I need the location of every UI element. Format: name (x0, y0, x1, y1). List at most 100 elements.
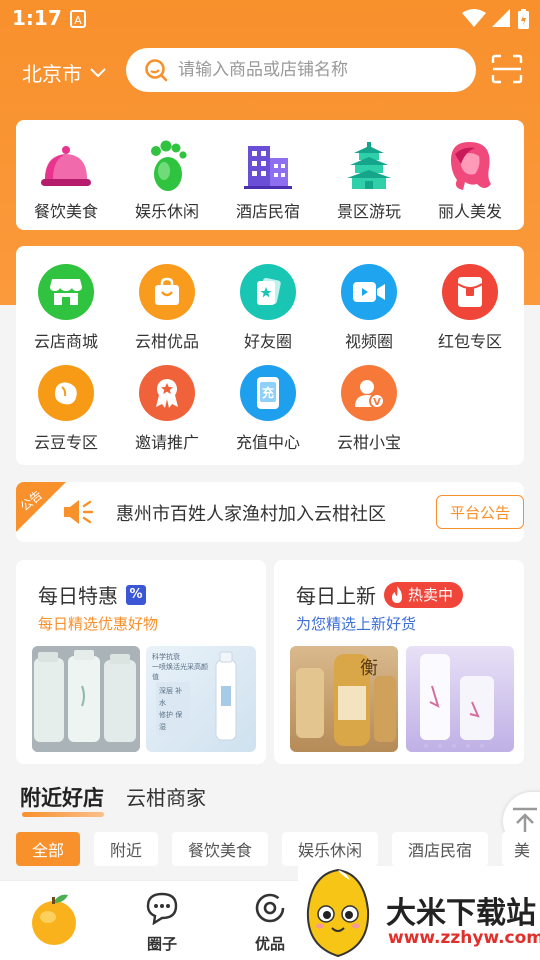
filter-hotel[interactable]: 酒店民宿 (392, 832, 488, 866)
signal-icon (492, 9, 510, 31)
recharge-phone-icon: 充 (240, 365, 296, 421)
promo-title-text: 每日特惠 (38, 584, 118, 608)
hotel-building-icon (238, 138, 298, 194)
search-bar[interactable] (126, 48, 476, 92)
category-hotel[interactable]: 酒店民宿 (218, 138, 318, 222)
city-selector[interactable]: 北京市 (22, 58, 106, 87)
svg-text:V: V (373, 397, 381, 408)
watermark-url: www.zzhyw.com (388, 928, 540, 948)
service-yungan-goods[interactable]: 云柑优品 (117, 264, 217, 352)
service-label: 红包专区 (437, 332, 502, 351)
platform-notice-button[interactable]: 平台公告 (436, 495, 524, 529)
orange-home-icon (32, 894, 76, 945)
tab-home[interactable] (14, 891, 94, 951)
filter-chips: 全部 附近 餐饮美食 娱乐休闲 酒店民宿 美 (16, 832, 540, 868)
category-entertainment[interactable]: 娱乐休闲 (117, 138, 217, 222)
scan-icon (491, 54, 523, 84)
hot-sale-label: 热卖中 (408, 586, 454, 604)
flame-icon (392, 585, 402, 603)
category-scenic[interactable]: 景区游玩 (319, 138, 419, 222)
city-label: 北京市 (22, 62, 82, 86)
service-video[interactable]: 视频圈 (319, 264, 419, 352)
notification-icon: A (70, 10, 86, 32)
service-assistant[interactable]: V 云柑小宝 (319, 365, 419, 453)
service-invite[interactable]: 邀请推广 (117, 365, 217, 453)
promo-daily-deals[interactable]: 每日特惠 % 每日精选优惠好物 科学抗衰 一喷焕活光采高颜值 深层 补水 修护 … (16, 560, 266, 764)
tab-yungan-merchants[interactable]: 云柑商家 (126, 782, 226, 811)
category-label: 娱乐休闲 (134, 202, 199, 221)
product-image[interactable] (406, 646, 514, 752)
promo-subtitle: 每日精选优惠好物 (38, 615, 159, 633)
search-input[interactable] (178, 60, 458, 80)
promo-title-text: 每日上新 (296, 584, 376, 608)
tab-nearby-shops[interactable]: 附近好店 (20, 782, 120, 817)
filter-all[interactable]: 全部 (16, 832, 80, 866)
service-label: 邀请推广 (134, 433, 199, 452)
service-label: 云柑小宝 (336, 433, 401, 452)
tab-underline (22, 812, 104, 817)
filter-entertainment[interactable]: 娱乐休闲 (282, 832, 378, 866)
service-label: 云店商城 (33, 332, 98, 351)
shopping-bag-icon (139, 264, 195, 320)
target-icon (255, 893, 285, 923)
category-label: 丽人美发 (437, 202, 502, 221)
category-dining[interactable]: 餐饮美食 (16, 138, 116, 222)
footprint-icon (137, 138, 197, 194)
category-label: 餐饮美食 (33, 202, 98, 221)
hot-sale-badge: 热卖中 (384, 581, 464, 608)
category-label: 酒店民宿 (235, 202, 300, 221)
service-label: 视频圈 (344, 332, 393, 351)
announcement-bar[interactable]: 公告 惠州市百姓人家渔村加入云柑社区 平台公告 (16, 482, 524, 542)
red-envelope-icon (442, 264, 498, 320)
battery-icon (518, 9, 529, 33)
store-icon (38, 264, 94, 320)
search-icon (145, 59, 168, 82)
promo-daily-new[interactable]: 每日上新 热卖中 为您精选上新好货 衡 (274, 560, 524, 764)
service-label: 云柑优品 (134, 332, 199, 351)
tab-label: 云柑商家 (126, 786, 206, 810)
service-red-envelope[interactable]: 红包专区 (420, 264, 520, 352)
service-label: 充值中心 (235, 433, 300, 452)
chat-bubble-icon (146, 892, 178, 926)
product-caption: 衡 (360, 658, 378, 679)
status-bar: 1:17 A (0, 0, 540, 38)
svg-text:A: A (74, 14, 82, 27)
pagoda-icon (339, 138, 399, 194)
announcement-text: 惠州市百姓人家渔村加入云柑社区 (116, 504, 386, 525)
product-image[interactable]: 衡 (290, 646, 398, 752)
chevron-down-icon (90, 67, 106, 77)
product-image[interactable]: 科学抗衰 一喷焕活光采高颜值 深层 补水 修护 保湿 (146, 646, 256, 752)
service-friends[interactable]: 好友圈 (218, 264, 318, 352)
filter-dining[interactable]: 餐饮美食 (172, 832, 268, 866)
promo-title: 每日特惠 % (38, 580, 146, 609)
service-label: 云豆专区 (33, 433, 98, 452)
invite-badge-icon (139, 365, 195, 421)
service-cloud-store[interactable]: 云店商城 (16, 264, 116, 352)
svg-text:充: 充 (262, 385, 274, 400)
megaphone-icon (62, 498, 94, 530)
service-recharge[interactable]: 充 充值中心 (218, 365, 318, 453)
service-label: 好友圈 (243, 332, 292, 351)
tab-label: 附近好店 (20, 786, 104, 810)
watermark-mascot-logo (306, 868, 370, 958)
promo-title: 每日上新 热卖中 (296, 580, 464, 609)
top-bar: 北京市 (0, 44, 540, 98)
scan-button[interactable] (491, 54, 523, 88)
watermark-title: 大米下载站 (386, 896, 536, 931)
category-beauty[interactable]: 丽人美发 (420, 138, 520, 222)
promo-subtitle: 为您精选上新好货 (296, 615, 417, 633)
filter-beauty[interactable]: 美 (502, 832, 540, 866)
category-label: 景区游玩 (336, 202, 401, 221)
tab-label: 圈子 (146, 935, 177, 953)
food-cloche-icon (36, 138, 96, 194)
wifi-icon (462, 9, 486, 31)
service-bean[interactable]: 云豆专区 (16, 365, 116, 453)
assistant-avatar-icon: V (341, 365, 397, 421)
tab-circle[interactable]: 圈子 (122, 891, 202, 954)
filter-nearby[interactable]: 附近 (94, 832, 158, 866)
friends-card-icon (240, 264, 296, 320)
status-time: 1:17 (12, 6, 62, 30)
category-card: 餐饮美食 娱乐休闲 酒店民宿 景区游玩 丽人美发 (16, 120, 524, 230)
product-image[interactable] (32, 646, 140, 752)
hair-salon-icon (440, 138, 500, 194)
